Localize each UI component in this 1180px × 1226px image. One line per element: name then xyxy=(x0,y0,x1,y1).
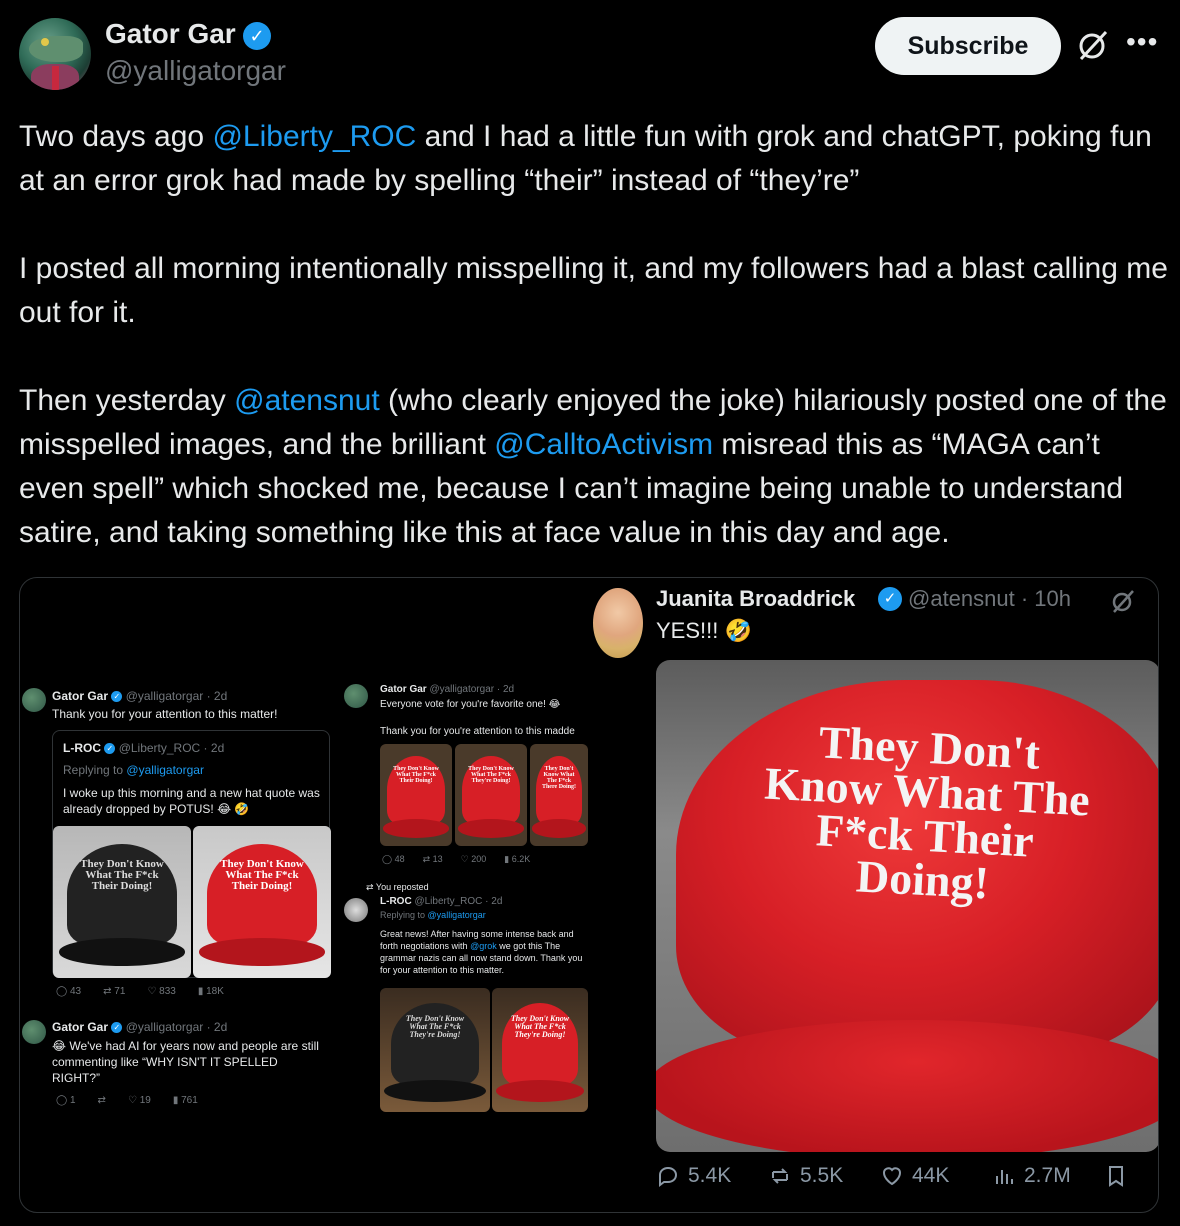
gator-eye xyxy=(41,38,49,46)
lroc-avatar xyxy=(344,898,368,922)
red-hat-image: They Don't Know What The F*ck Their Doin… xyxy=(193,826,331,978)
right-post-stats: 5.4K 5.5K 44K 2.7M xyxy=(656,1164,1144,1188)
hat-slogan: They Don't Know What The F*ck Their Doin… xyxy=(763,716,1092,909)
bookmark-stat xyxy=(1104,1164,1144,1188)
grok-icon xyxy=(1112,590,1134,613)
mention-atensnut[interactable]: @atensnut xyxy=(234,384,380,417)
tweet-text: Two days ago @Liberty_ROC and I had a li… xyxy=(19,115,1169,555)
heart-icon xyxy=(883,1167,901,1186)
hat-option-3: They Don't Know What The F*ck There Doin… xyxy=(530,744,588,846)
reply-stat: 5.4K xyxy=(656,1164,768,1188)
mid-post-2-text: Great news! After having some intense ba… xyxy=(380,929,583,975)
verified-badge-icon: ✓ xyxy=(878,587,902,611)
quoted-post[interactable]: L-ROC ✓ @Liberty_ROC · 2d Replying to @y… xyxy=(52,730,331,978)
repost-icon xyxy=(772,1168,788,1184)
reply-icon xyxy=(659,1166,678,1187)
author-name[interactable]: Gator Gar xyxy=(105,18,236,50)
tweet-paragraph-1: Two days ago @Liberty_ROC and I had a li… xyxy=(19,120,1152,197)
black-hat-image: They Don't Know What The F*ck Their Doin… xyxy=(53,826,191,978)
mention-calltoactivism[interactable]: @CalltoActivism xyxy=(494,428,713,461)
verified-badge-icon: ✓ xyxy=(104,743,116,755)
left-post-2-stats: ◯ 1 ⇄ ♡ 19 ▮ 761 xyxy=(56,1095,198,1106)
left-post-2-text: 😂 We've had AI for years now and people … xyxy=(52,1039,319,1085)
left-post-2-header: Gator Gar ✓ @yalligatorgar · 2d xyxy=(52,1020,228,1034)
author-avatar[interactable] xyxy=(19,18,91,90)
tweet-paragraph-2: I posted all morning intentionally missp… xyxy=(19,252,1168,329)
mid-post-1-header: Gator Gar @yalligatorgar · 2d xyxy=(380,684,515,695)
grok-icon[interactable] xyxy=(1076,28,1110,62)
gator-avatar xyxy=(344,684,368,708)
tweet-media[interactable]: Gator Gar ✓ @yalligatorgar · 2d Thank yo… xyxy=(19,577,1159,1213)
author-handle[interactable]: @yalligatorgar xyxy=(105,55,286,87)
repost-stat: 5.5K xyxy=(768,1164,880,1188)
tie xyxy=(52,66,59,90)
more-icon[interactable]: ••• xyxy=(1126,28,1158,56)
right-post-author-name: Juanita Broaddrick xyxy=(656,586,856,611)
gator-avatar xyxy=(22,1020,46,1044)
hat-brim xyxy=(656,1020,1158,1152)
tweet-paragraph-3: Then yesterday @atensnut (who clearly en… xyxy=(19,384,1167,549)
right-post-meta: @atensnut · 10h xyxy=(908,586,1071,611)
gator-head xyxy=(29,36,83,62)
verified-badge-icon: ✓ xyxy=(243,22,271,50)
views-stat: 2.7M xyxy=(992,1164,1104,1188)
mid-post-1-stats: ◯ 48 ⇄ 13 ♡ 200 ▮ 6.2K xyxy=(382,854,531,864)
subscribe-button[interactable]: Subscribe xyxy=(875,17,1061,75)
verified-badge-icon: ✓ xyxy=(111,1022,123,1034)
left-post-1-text: Thank you for your attention to this mat… xyxy=(52,707,278,721)
left-post-1-stats: ◯ 43 ⇄ 71 ♡ 833 ▮ 18K xyxy=(56,986,224,997)
juanita-avatar xyxy=(593,588,643,658)
red-hat-corrected: They Don't Know What The F*ck They're Do… xyxy=(492,988,588,1112)
hat-option-1: They Don't Know What The F*ck Their Doin… xyxy=(380,744,452,846)
verified-badge-icon: ✓ xyxy=(111,691,123,703)
hat-option-2: They Don't Know What The F*ck They're Do… xyxy=(455,744,527,846)
mid-post-2-header: L-ROC @Liberty_ROC · 2d xyxy=(380,896,503,907)
like-stat: 44K xyxy=(880,1164,992,1188)
left-post-1-header: Gator Gar ✓ @yalligatorgar · 2d xyxy=(52,689,228,703)
black-hat-corrected: They Don't Know What The F*ck They're Do… xyxy=(380,988,490,1112)
bookmark-icon xyxy=(1109,1166,1123,1187)
gator-avatar xyxy=(22,688,46,712)
reposted-label: ⇄ You reposted xyxy=(366,882,429,892)
mention-liberty-roc[interactable]: @Liberty_ROC xyxy=(212,120,416,153)
views-icon xyxy=(996,1170,1013,1184)
right-post-text: YES!!! 🤣 xyxy=(656,618,752,643)
red-hat-image: They Don't Know What The F*ck Their Doin… xyxy=(656,660,1158,1152)
